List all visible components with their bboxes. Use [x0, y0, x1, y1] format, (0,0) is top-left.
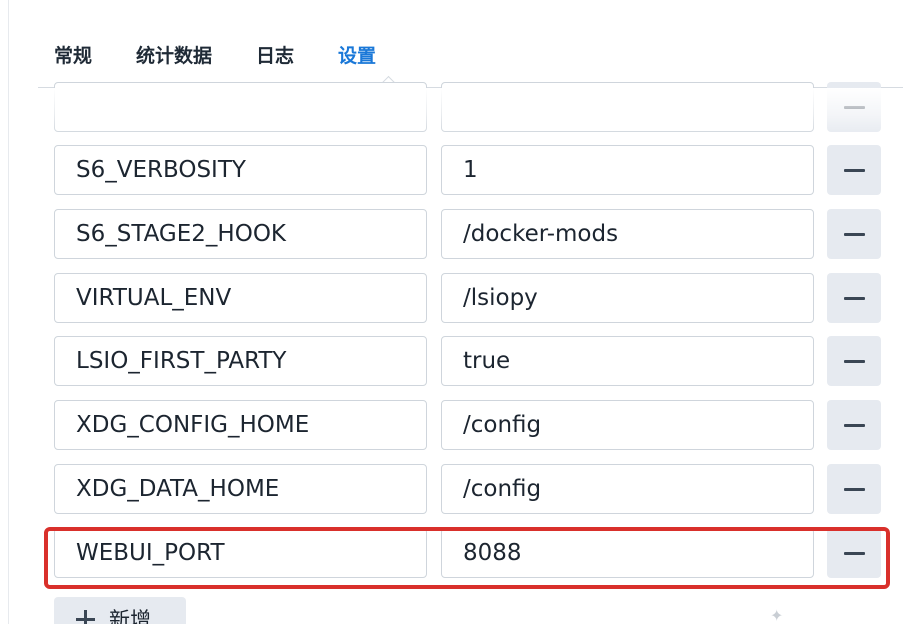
remove-env-button[interactable]: [827, 145, 881, 195]
sparkle-icon: ✦: [770, 606, 784, 624]
env-value-input[interactable]: true: [441, 336, 814, 386]
minus-icon: [843, 359, 865, 363]
env-var-row-webui-port: WEBUI_PORT 8088: [0, 528, 903, 578]
env-value-input[interactable]: 1: [441, 145, 814, 195]
tab-general[interactable]: 常规: [54, 41, 92, 68]
env-key-input[interactable]: WEBUI_PORT: [54, 528, 427, 578]
plus-icon: [76, 609, 95, 624]
remove-env-button[interactable]: [827, 400, 881, 450]
env-value-input[interactable]: /docker-mods: [441, 209, 814, 259]
env-var-row: S6_STAGE2_HOOK /docker-mods: [0, 209, 903, 259]
env-value-input[interactable]: /lsiopy: [441, 273, 814, 323]
tab-statistics[interactable]: 统计数据: [136, 41, 212, 68]
env-key-input[interactable]: S6_STAGE2_HOOK: [54, 209, 427, 259]
scroll-fade: [20, 88, 903, 136]
env-key-input[interactable]: S6_VERBOSITY: [54, 145, 427, 195]
env-key-input[interactable]: LSIO_FIRST_PARTY: [54, 336, 427, 386]
minus-icon: [843, 168, 865, 172]
env-key-input[interactable]: VIRTUAL_ENV: [54, 273, 427, 323]
env-key-input[interactable]: XDG_CONFIG_HOME: [54, 400, 427, 450]
minus-icon: [843, 487, 865, 491]
env-var-row: XDG_DATA_HOME /config: [0, 464, 903, 514]
add-env-button[interactable]: 新增: [54, 597, 186, 624]
remove-env-button[interactable]: [827, 209, 881, 259]
minus-icon: [843, 232, 865, 236]
minus-icon: [843, 423, 865, 427]
tab-bar: 常规 统计数据 日志 设置: [54, 38, 420, 70]
container-settings-panel: 常规 统计数据 日志 设置 S6_VERBOSITY 1 S6_STAGE2_H…: [0, 0, 903, 624]
env-value-input[interactable]: /config: [441, 464, 814, 514]
env-value-input[interactable]: /config: [441, 400, 814, 450]
minus-icon: [843, 551, 865, 555]
add-button-label: 新增: [109, 608, 151, 624]
env-var-row: XDG_CONFIG_HOME /config: [0, 400, 903, 450]
remove-env-button[interactable]: [827, 464, 881, 514]
env-value-input[interactable]: 8088: [441, 528, 814, 578]
remove-env-button[interactable]: [827, 273, 881, 323]
env-var-row: VIRTUAL_ENV /lsiopy: [0, 273, 903, 323]
minus-icon: [843, 296, 865, 300]
tab-settings[interactable]: 设置: [338, 41, 376, 68]
env-var-row: S6_VERBOSITY 1: [0, 145, 903, 195]
env-var-row: LSIO_FIRST_PARTY true: [0, 336, 903, 386]
env-key-input[interactable]: XDG_DATA_HOME: [54, 464, 427, 514]
remove-env-button[interactable]: [827, 336, 881, 386]
tab-logs[interactable]: 日志: [256, 41, 294, 68]
remove-env-button[interactable]: [827, 528, 881, 578]
